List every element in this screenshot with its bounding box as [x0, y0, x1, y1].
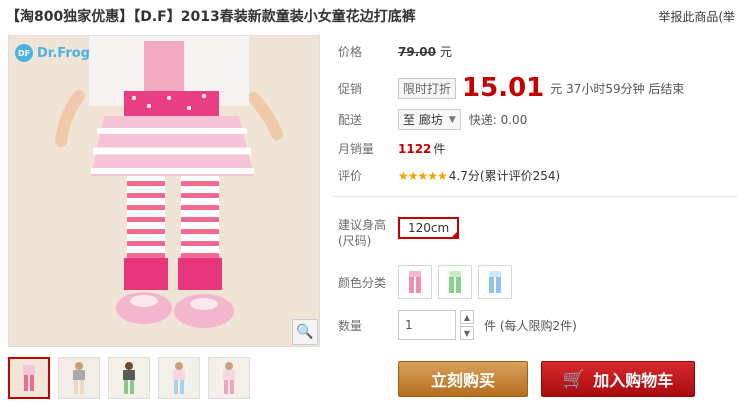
thumbnail-3[interactable]	[108, 357, 150, 399]
size-option-selected[interactable]: 120cm	[398, 217, 460, 239]
chevron-down-icon: ▼	[448, 114, 456, 125]
rating-label: 评价	[338, 169, 363, 183]
color-row: 颜色分类	[338, 265, 512, 299]
rating-text[interactable]: 4.7分(累计评价254)	[449, 167, 560, 184]
color-swatch-green[interactable]	[438, 265, 472, 299]
thumbnail-5[interactable]	[208, 357, 250, 399]
shipping-label: 配送	[338, 113, 363, 127]
shipping-fee: 快递: 0.00	[468, 113, 528, 127]
section-divider	[333, 196, 737, 197]
promo-tag: 限时打折	[398, 77, 457, 99]
star-rating-icon: ★★★★★	[398, 168, 448, 183]
main-product-image[interactable]: DF Dr.Frog 🔍	[8, 35, 320, 347]
chevron-down-icon[interactable]: ▼	[460, 326, 474, 340]
chevron-up-icon[interactable]: ▲	[460, 310, 474, 324]
logo-text: Dr.Frog	[37, 45, 90, 61]
thumbnail-strip	[8, 357, 250, 399]
add-to-cart-button[interactable]: 🛒 加入购物车	[541, 361, 695, 397]
sales-count: 1122	[398, 141, 432, 156]
thumbnail-image	[209, 358, 249, 398]
promo-label: 促销	[338, 81, 363, 96]
thumbnail-1[interactable]	[8, 357, 50, 399]
thumbnail-image	[159, 358, 199, 398]
size-row: 建议身高 (尺码) 120cm	[338, 217, 460, 249]
buy-now-button[interactable]: 立刻购买	[398, 361, 528, 397]
quantity-row: 数量 1 ▲ ▼ 件 (每人限购2件)	[338, 310, 577, 340]
leggings-green-icon	[449, 271, 461, 293]
thumbnail-image	[109, 358, 149, 398]
color-swatches	[398, 265, 512, 299]
sales-unit: 件	[433, 142, 446, 156]
quantity-input[interactable]: 1	[398, 310, 456, 340]
promo-row: 促销 限时打折 15.01 元 37小时59分钟 后结束	[338, 73, 684, 103]
magnifier-icon[interactable]: 🔍	[292, 319, 318, 345]
quantity-label: 数量	[338, 318, 363, 333]
thumbnail-4[interactable]	[158, 357, 200, 399]
promo-price: 15.01	[462, 73, 545, 103]
rating-row: 评价 ★★★★★ 4.7分(累计评价254)	[338, 167, 560, 184]
price-row: 价格 79.00 元	[338, 43, 452, 60]
color-label: 颜色分类	[338, 275, 387, 290]
add-to-cart-label: 加入购物车	[593, 371, 674, 390]
shipping-row: 配送 至 廊坊 ▼ 快递: 0.00	[338, 109, 527, 130]
original-price: 79.00	[398, 44, 436, 59]
thumbnail-image	[59, 358, 99, 398]
location-value: 至 廊坊	[403, 113, 443, 127]
size-label-line1: 建议身高	[338, 218, 387, 232]
size-label: 建议身高 (尺码)	[338, 217, 398, 249]
leggings-blue-icon	[489, 271, 501, 293]
cart-icon: 🛒	[562, 368, 586, 390]
brand-logo: DF Dr.Frog	[15, 44, 90, 62]
location-select[interactable]: 至 廊坊 ▼	[398, 109, 461, 130]
logo-badge: DF	[15, 44, 33, 62]
leggings-pink-icon	[409, 271, 421, 293]
thumbnail-2[interactable]	[58, 357, 100, 399]
quantity-note: 件 (每人限购2件)	[484, 318, 577, 333]
price-label: 价格	[338, 45, 363, 59]
quantity-stepper: ▲ ▼	[460, 310, 474, 340]
color-swatch-blue[interactable]	[478, 265, 512, 299]
thumbnail-image	[10, 359, 48, 397]
girl-leggings-photo	[9, 36, 319, 346]
size-label-line2: (尺码)	[338, 234, 372, 248]
product-title: 【淘800独家优惠】【D.F】2013春装新款童装小女童花边打底裤	[6, 9, 416, 25]
sales-row: 月销量 1122 件	[338, 140, 445, 157]
report-link[interactable]: 举报此商品(举	[658, 8, 735, 25]
color-swatch-pink[interactable]	[398, 265, 432, 299]
price-currency: 元	[439, 45, 452, 59]
sales-label: 月销量	[338, 142, 375, 156]
promo-countdown: 元 37小时59分钟 后结束	[550, 81, 685, 96]
